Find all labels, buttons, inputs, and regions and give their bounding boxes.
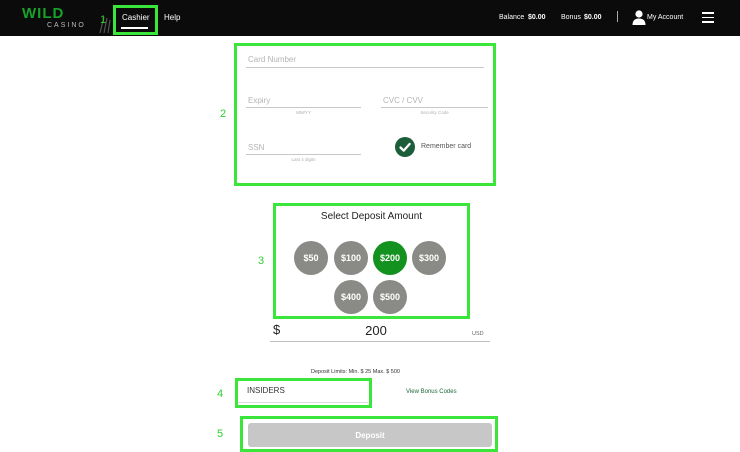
checkmark-icon xyxy=(399,142,411,152)
expiry-placeholder: Expiry xyxy=(248,96,271,105)
bonus-code-value: INSIDERS xyxy=(247,386,285,395)
cvc-placeholder: CVC / CVV xyxy=(383,96,424,105)
expiry-hint: MM/YY xyxy=(296,110,311,115)
balance-label: Balance xyxy=(499,14,525,21)
remember-card-label[interactable]: Remember card xyxy=(421,143,471,150)
ssn-underline xyxy=(246,154,361,155)
logo-wordmark: WILD xyxy=(22,5,65,22)
highlight-box-cashier xyxy=(113,5,158,35)
cvc-underline xyxy=(381,107,488,108)
top-navigation-bar: WILD CASINO Cashier Help Balance $0.00 B… xyxy=(0,0,740,36)
user-avatar-icon[interactable] xyxy=(631,9,647,25)
annotation-number-2: 2 xyxy=(220,108,227,120)
wild-casino-logo[interactable]: WILD CASINO xyxy=(22,5,111,33)
expiry-underline xyxy=(246,107,361,108)
deposit-limits-text: Deposit Limits: Min. $ 25 Max. $ 500 xyxy=(311,369,400,375)
currency-code: USD xyxy=(472,331,484,337)
deposit-button[interactable]: Deposit xyxy=(248,423,492,447)
select-deposit-amount-heading: Select Deposit Amount xyxy=(320,211,423,222)
amount-button-300[interactable]: $300 xyxy=(412,241,446,275)
my-account-link[interactable]: My Account xyxy=(647,14,683,21)
annotation-number-3: 3 xyxy=(258,255,265,267)
amount-button-100[interactable]: $100 xyxy=(334,241,368,275)
nav-help[interactable]: Help xyxy=(164,13,180,22)
card-number-underline xyxy=(246,67,484,68)
ssn-hint: Last 4 digits xyxy=(291,157,316,162)
amount-button-500[interactable]: $500 xyxy=(373,280,407,314)
logo-subtext: CASINO xyxy=(47,22,86,29)
balance-value: $0.00 xyxy=(528,14,546,21)
annotation-number-1: 1 xyxy=(100,14,107,26)
currency-symbol: $ xyxy=(273,322,281,337)
amount-button-50[interactable]: $50 xyxy=(294,241,328,275)
amount-button-400[interactable]: $400 xyxy=(334,280,368,314)
amount-underline xyxy=(270,341,490,342)
header-divider xyxy=(617,11,618,22)
annotation-number-5: 5 xyxy=(217,428,224,440)
amount-button-200-selected[interactable]: $200 xyxy=(373,241,407,275)
remember-card-checkbox[interactable] xyxy=(395,137,415,157)
annotation-number-4: 4 xyxy=(217,388,224,400)
bonus-value: $0.00 xyxy=(584,14,602,21)
hamburger-menu-icon[interactable] xyxy=(702,12,714,23)
bonus-code-underline xyxy=(238,402,368,403)
view-bonus-codes-link[interactable]: View Bonus Codes xyxy=(406,389,457,395)
cvc-hint: Security Code xyxy=(420,110,449,115)
card-number-placeholder: Card Number xyxy=(248,55,297,64)
amount-value: 200 xyxy=(365,323,387,338)
ssn-placeholder: SSN xyxy=(248,143,265,152)
bonus-label: Bonus xyxy=(561,14,581,21)
